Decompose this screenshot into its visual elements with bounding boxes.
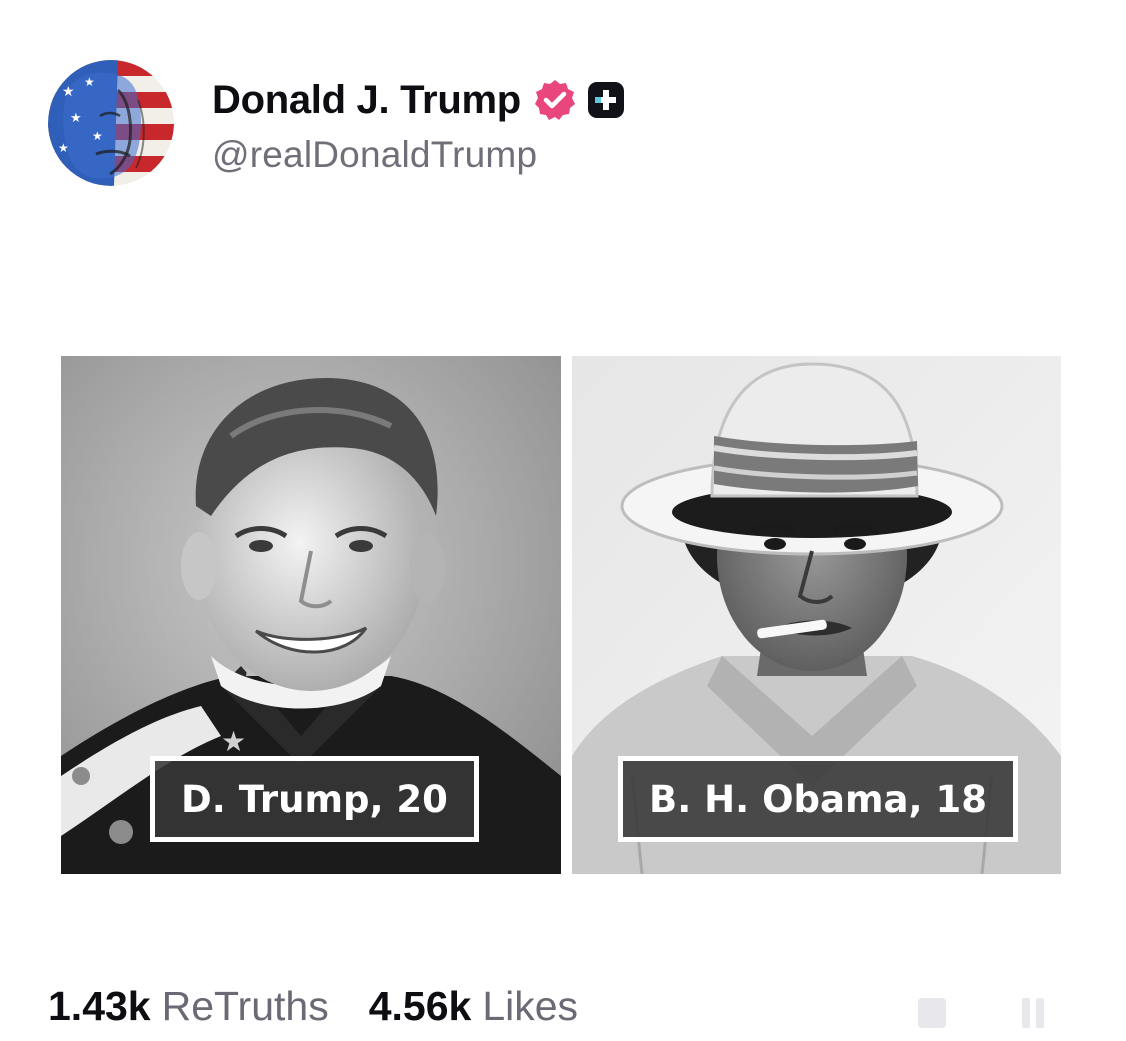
photo-caption: D. Trump, 20: [150, 756, 479, 842]
svg-text:★: ★: [221, 725, 246, 758]
name-row: Donald J. Trump: [212, 70, 625, 130]
verified-badge-icon: [533, 78, 577, 122]
media-photo-right[interactable]: B. H. Obama, 18: [572, 356, 1061, 874]
avatar[interactable]: ★ ★ ★ ★ ★: [48, 60, 174, 186]
flag-face-avatar-icon: ★ ★ ★ ★ ★: [48, 60, 174, 186]
retruths-count[interactable]: 1.43k: [48, 983, 151, 1030]
svg-text:★: ★: [70, 111, 82, 126]
svg-text:★: ★: [84, 75, 95, 89]
photo-caption: B. H. Obama, 18: [618, 756, 1018, 842]
svg-text:★: ★: [92, 129, 103, 143]
svg-text:★: ★: [58, 141, 69, 155]
post-header: ★ ★ ★ ★ ★ Donald J. Trump @realDonaldTru…: [48, 58, 625, 188]
likes-label[interactable]: Likes: [482, 983, 578, 1030]
author-handle[interactable]: @realDonaldTrump: [212, 134, 625, 176]
plus-badge-icon: [587, 81, 625, 119]
likes-count[interactable]: 4.56k: [369, 983, 472, 1030]
author-names: Donald J. Trump @realDonaldTrump: [212, 70, 625, 176]
media-grid: ★ D. Trump, 20 B. H. Obama, 18: [61, 356, 1061, 874]
faded-overlay-icon: [918, 992, 1048, 1032]
svg-text:★: ★: [62, 84, 75, 100]
media-photo-left[interactable]: ★ D. Trump, 20: [61, 356, 561, 874]
display-name[interactable]: Donald J. Trump: [212, 78, 521, 123]
retruths-label[interactable]: ReTruths: [162, 983, 329, 1030]
post-stats: 1.43k ReTruths 4.56k Likes: [48, 978, 578, 1034]
